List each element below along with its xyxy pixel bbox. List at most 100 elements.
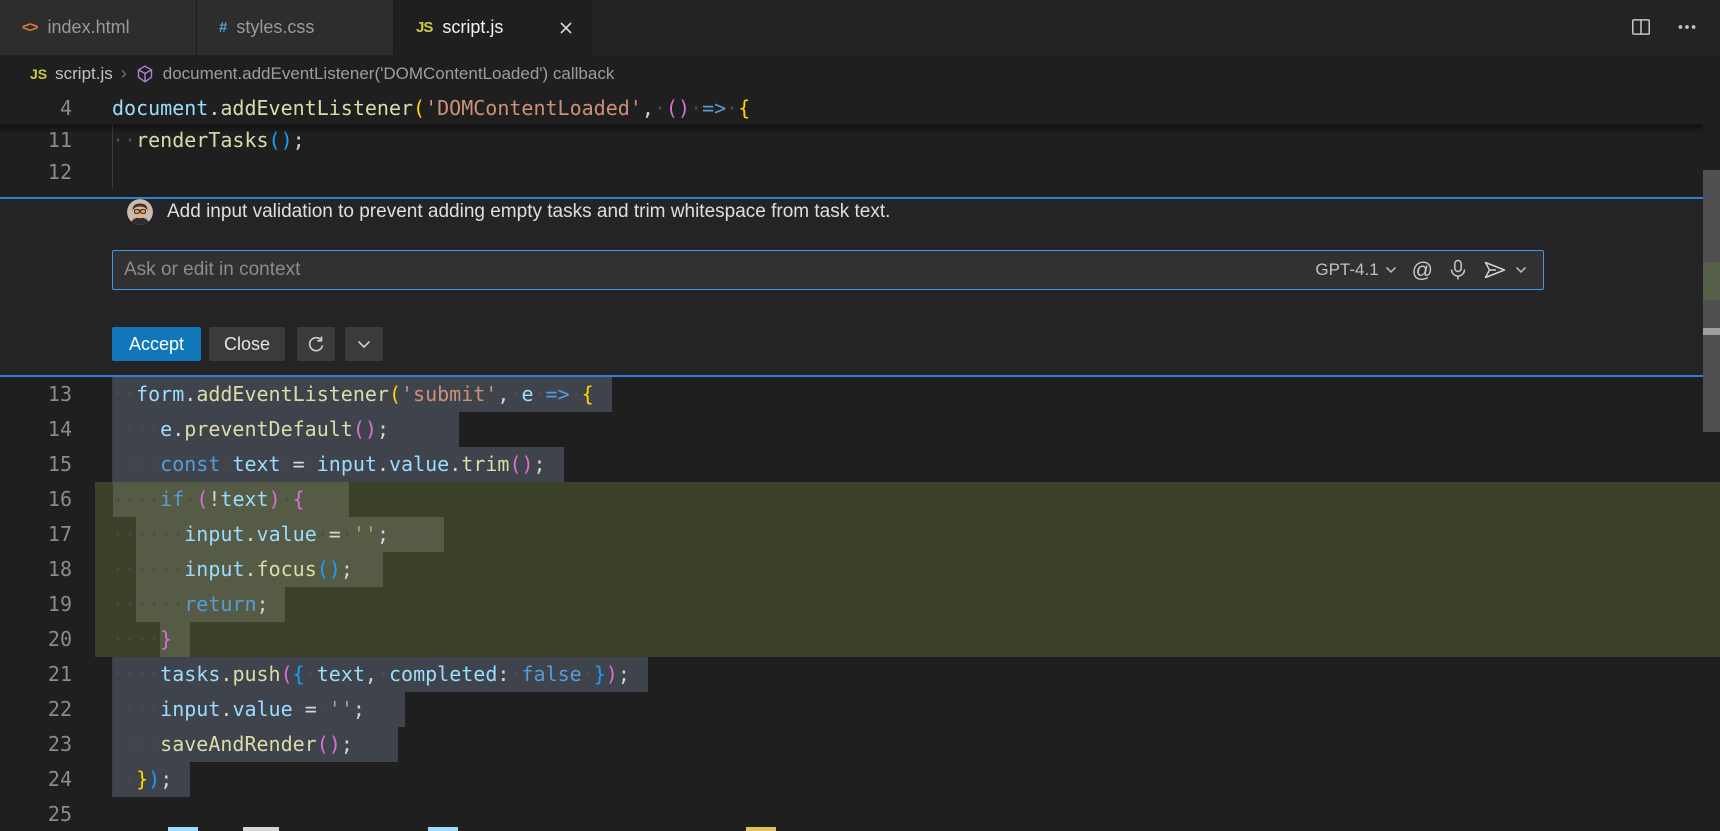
code-text: ····return; <box>136 587 284 622</box>
code-token: . <box>220 662 232 686</box>
line-number: 22 <box>0 692 72 727</box>
code-line[interactable]: 20 ····} <box>0 622 1720 657</box>
line-number: 17 <box>0 517 72 552</box>
tab-index-html[interactable]: <> index.html <box>0 0 197 55</box>
code-token: text <box>232 452 280 476</box>
whitespace-dots: · <box>509 382 521 406</box>
code-token: 'DOMContentLoaded' <box>425 96 642 120</box>
code-line[interactable]: 12 <box>0 156 1703 188</box>
whitespace-dots: ···· <box>136 557 184 581</box>
code-line[interactable]: 17······input.value·=·''; <box>0 517 1720 552</box>
whitespace-dots: ·· <box>112 128 136 152</box>
code-token: e <box>521 382 533 406</box>
code-line[interactable]: 11··renderTasks(); <box>0 124 1703 156</box>
attach-context-icon[interactable]: @ <box>1412 260 1433 281</box>
code-token: text <box>317 662 365 686</box>
code-line-content: ····} <box>112 622 190 657</box>
whitespace-dots: · <box>509 662 521 686</box>
whitespace-dots: · <box>317 697 329 721</box>
code-token: ; <box>534 452 546 476</box>
code-line-content: ··}); <box>112 762 190 797</box>
code-token: ( <box>281 662 293 686</box>
breadcrumb-symbol[interactable]: document.addEventListener('DOMContentLoa… <box>163 64 615 84</box>
code-token: addEventListener <box>196 382 389 406</box>
whitespace-dots: · <box>533 382 545 406</box>
code-line-content: ····e.preventDefault(); <box>112 412 459 447</box>
code-token: ( <box>389 382 401 406</box>
code-token: ( <box>196 487 208 511</box>
chat-input[interactable] <box>113 259 1315 281</box>
whitespace-dots: · <box>281 452 293 476</box>
microphone-icon[interactable] <box>1448 259 1468 281</box>
rerun-request-button[interactable] <box>297 327 335 361</box>
code-token: '' <box>353 522 377 546</box>
code-token: e <box>160 417 172 441</box>
chat-input-box: GPT-4.1 @ <box>112 250 1544 290</box>
close-tab-icon[interactable] <box>558 20 574 36</box>
whitespace-dots: ···· <box>136 522 184 546</box>
breadcrumb-file[interactable]: script.js <box>55 64 113 84</box>
code-token: ) <box>148 767 160 791</box>
code-line[interactable]: 14····e.preventDefault(); <box>0 412 1720 447</box>
code-token: } <box>594 662 606 686</box>
code-token: return <box>184 592 256 616</box>
js-file-icon: JS <box>30 66 47 82</box>
code-token: => <box>702 96 726 120</box>
editor-tab-bar: <> index.html # styles.css JS script.js <box>0 0 1720 55</box>
tab-styles-css[interactable]: # styles.css <box>197 0 394 55</box>
code-line[interactable]: 19······return; <box>0 587 1720 622</box>
editor-scrollbar[interactable] <box>1703 92 1720 831</box>
scrollbar-thumb[interactable] <box>1703 170 1720 432</box>
tab-label: index.html <box>48 17 130 38</box>
code-line[interactable]: 13··form.addEventListener('submit',·e·=>… <box>0 377 1720 412</box>
code-token: . <box>377 452 389 476</box>
code-token: value <box>389 452 449 476</box>
css-file-icon: # <box>219 19 226 36</box>
code-line[interactable]: 16····if·(!text)·{ <box>0 482 1720 517</box>
line-number: 19 <box>0 587 72 622</box>
code-line[interactable]: 21····tasks.push({·text,·completed:·fals… <box>0 657 1720 692</box>
send-icon[interactable] <box>1483 260 1527 280</box>
code-token: input <box>184 522 244 546</box>
code-token: input <box>160 697 220 721</box>
more-options-button[interactable] <box>345 327 383 361</box>
code-token: : <box>497 662 509 686</box>
split-editor-icon[interactable] <box>1626 12 1656 42</box>
code-token: text <box>220 487 268 511</box>
tab-script-js[interactable]: JS script.js <box>394 0 591 55</box>
whitespace-dots: ···· <box>112 627 160 651</box>
more-actions-icon[interactable] <box>1672 12 1702 42</box>
code-text: } <box>160 622 190 657</box>
code-text: ····e.preventDefault(); <box>112 412 459 447</box>
code-text: ····input.value·=·''; <box>112 692 405 727</box>
whitespace-dots: · <box>293 697 305 721</box>
close-button[interactable]: Close <box>209 327 285 361</box>
code-line[interactable]: 22····input.value·=·''; <box>0 692 1720 727</box>
code-token: ; <box>257 592 269 616</box>
whitespace-dots: ···· <box>112 697 160 721</box>
code-line[interactable]: 15····const·text·=·input.value.trim(); <box>0 447 1720 482</box>
code-token: input <box>317 452 377 476</box>
code-token: focus <box>257 557 317 581</box>
code-line[interactable]: 18······input.focus(); <box>0 552 1720 587</box>
whitespace-dots: · <box>570 382 582 406</box>
code-token: . <box>244 522 256 546</box>
whitespace-dots: ·· <box>112 767 136 791</box>
code-line-content: ··form.addEventListener('submit',·e·=>·{ <box>112 377 612 412</box>
whitespace-dots: ···· <box>136 592 184 616</box>
editor-upper-code: 4document.addEventListener('DOMContentLo… <box>0 92 1703 188</box>
line-number: 15 <box>0 447 72 482</box>
code-line[interactable]: 24··}); <box>0 762 1720 797</box>
symbol-icon <box>135 64 155 84</box>
line-number: 25 <box>0 797 72 831</box>
code-token: () <box>353 417 377 441</box>
line-number: 20 <box>0 622 72 657</box>
model-picker[interactable]: GPT-4.1 <box>1315 260 1396 280</box>
accept-button[interactable]: Accept <box>112 327 201 361</box>
sticky-scroll-line[interactable]: 4document.addEventListener('DOMContentLo… <box>0 92 1703 124</box>
code-line[interactable]: 25 <box>0 797 1720 831</box>
code-line[interactable]: 23····saveAndRender(); <box>0 727 1720 762</box>
whitespace-dots: ···· <box>112 662 160 686</box>
code-token: value <box>232 697 292 721</box>
code-text: ····if·(!text)·{ <box>112 482 349 517</box>
